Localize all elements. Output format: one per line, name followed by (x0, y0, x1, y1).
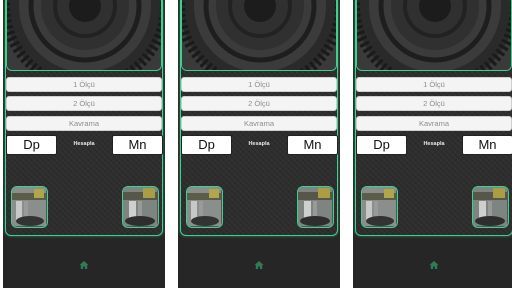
gear-banner-image (356, 0, 512, 71)
caliper-image-left[interactable] (11, 186, 48, 228)
caliper-image-right[interactable] (122, 186, 159, 228)
caliper-image-right[interactable] (297, 186, 334, 228)
mn-button[interactable]: Mn (287, 135, 338, 155)
calculate-button[interactable]: Hesapla (64, 141, 104, 147)
home-icon[interactable] (79, 257, 89, 269)
dp-button[interactable]: Dp (181, 135, 232, 155)
app-screen: 1 Ölçü 2 Ölçü Kavrama Dp Hesapla Mn (178, 0, 340, 288)
caliper-image-left[interactable] (186, 186, 223, 228)
dp-button[interactable]: Dp (6, 135, 57, 155)
home-icon[interactable] (429, 257, 439, 269)
gear-banner-image (6, 0, 162, 71)
gear-banner-image (181, 0, 337, 71)
first-measure-input[interactable]: 1 Ölçü (356, 77, 512, 92)
second-measure-input[interactable]: 2 Ölçü (356, 96, 512, 111)
calculate-button[interactable]: Hesapla (414, 141, 454, 147)
caliper-image-left[interactable] (361, 186, 398, 228)
engagement-input[interactable]: Kavrama (356, 116, 512, 131)
engagement-input[interactable]: Kavrama (181, 116, 337, 131)
app-screen: 1 Ölçü 2 Ölçü Kavrama Dp Hesapla Mn (353, 0, 512, 288)
calculate-button[interactable]: Hesapla (239, 141, 279, 147)
home-icon[interactable] (254, 257, 264, 269)
mn-button[interactable]: Mn (112, 135, 163, 155)
first-measure-input[interactable]: 1 Ölçü (6, 77, 162, 92)
dp-button[interactable]: Dp (356, 135, 407, 155)
engagement-input[interactable]: Kavrama (6, 116, 162, 131)
second-measure-input[interactable]: 2 Ölçü (6, 96, 162, 111)
screenshot-stage: 1 Ölçü 2 Ölçü Kavrama Dp Hesapla Mn 1 Öl… (0, 0, 512, 288)
second-measure-input[interactable]: 2 Ölçü (181, 96, 337, 111)
first-measure-input[interactable]: 1 Ölçü (181, 77, 337, 92)
mn-button[interactable]: Mn (462, 135, 512, 155)
app-screen: 1 Ölçü 2 Ölçü Kavrama Dp Hesapla Mn (3, 0, 165, 288)
caliper-image-right[interactable] (472, 186, 509, 228)
